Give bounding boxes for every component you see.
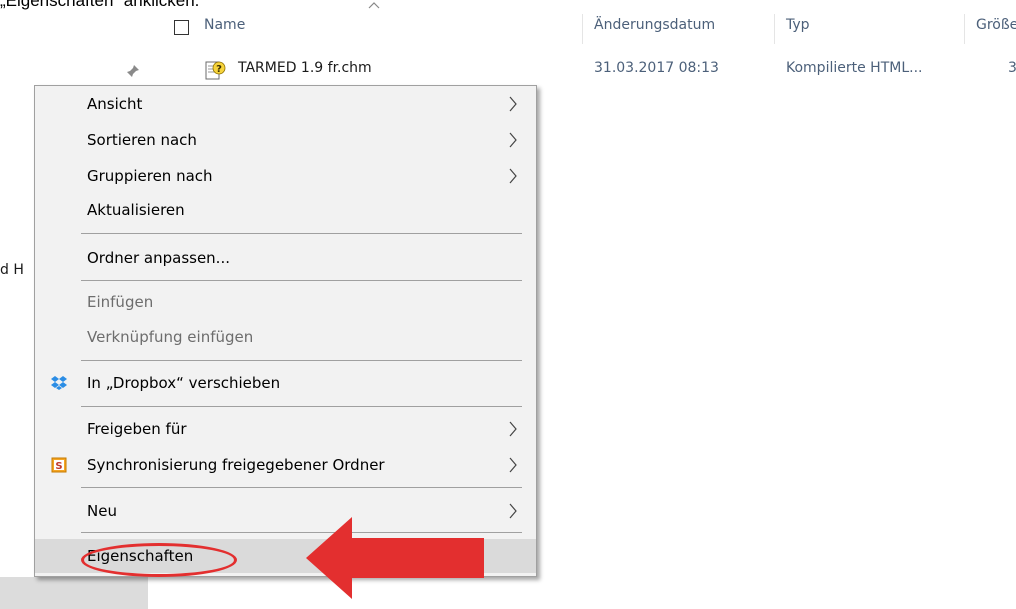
truncated-nav-text: d H xyxy=(0,262,24,278)
file-name[interactable]: TARMED 1.9 fr.chm xyxy=(238,60,372,76)
menu-separator xyxy=(81,233,522,234)
menu-separator xyxy=(81,360,522,361)
chevron-right-icon xyxy=(509,132,517,148)
chevron-right-icon xyxy=(509,457,517,473)
sort-ascending-icon xyxy=(368,2,380,9)
column-separator[interactable] xyxy=(964,14,965,44)
column-header-row: Name Änderungsdatum Typ Größe xyxy=(0,17,1016,41)
menu-item-label: Freigeben für xyxy=(87,420,187,438)
column-separator[interactable] xyxy=(582,14,583,44)
menu-item-label: Verknüpfung einfügen xyxy=(87,328,254,346)
annotation-arrow-icon xyxy=(306,517,484,599)
menu-item-label: Neu xyxy=(87,502,117,520)
file-type: Kompilierte HTML... xyxy=(786,60,923,76)
menu-item-verknuepfung-einfuegen[interactable]: Verknüpfung einfügen xyxy=(35,320,536,354)
menu-separator xyxy=(81,280,522,281)
menu-item-aktualisieren[interactable]: Aktualisieren xyxy=(35,193,536,227)
file-row[interactable]: TARMED 1.9 fr.chm 31.03.2017 08:13 Kompi… xyxy=(0,60,1016,82)
context-menu: Ansicht Sortieren nach Gruppieren nach A… xyxy=(34,85,537,577)
menu-item-label: Einfügen xyxy=(87,293,154,311)
menu-item-einfuegen[interactable]: Einfügen xyxy=(35,285,536,319)
dropbox-icon xyxy=(51,376,67,390)
chevron-right-icon xyxy=(509,503,517,519)
chevron-right-icon xyxy=(509,96,517,112)
column-date[interactable]: Änderungsdatum xyxy=(594,17,715,33)
menu-item-label: Sortieren nach xyxy=(87,131,197,149)
column-size[interactable]: Größe xyxy=(976,17,1016,33)
menu-item-freigeben[interactable]: Freigeben für xyxy=(35,412,536,446)
menu-item-label: Gruppieren nach xyxy=(87,167,213,185)
file-date: 31.03.2017 08:13 xyxy=(594,60,719,76)
menu-item-ansicht[interactable]: Ansicht xyxy=(35,87,536,121)
svg-text:S: S xyxy=(55,461,62,472)
nav-pane-fragment xyxy=(0,577,148,609)
instruction-caption: „Eigenschaften“ anklicken. xyxy=(0,0,200,10)
annotation-highlight-ellipse xyxy=(81,543,237,577)
column-separator[interactable] xyxy=(774,14,775,44)
menu-item-label: Aktualisieren xyxy=(87,201,185,219)
menu-item-dropbox[interactable]: In „Dropbox“ verschieben xyxy=(35,366,536,400)
menu-item-synchronisierung[interactable]: S Synchronisierung freigegebener Ordner xyxy=(35,448,536,482)
menu-separator xyxy=(81,406,522,407)
menu-item-label: Ordner anpassen... xyxy=(87,249,230,267)
chevron-right-icon xyxy=(509,168,517,184)
menu-item-sortieren[interactable]: Sortieren nach xyxy=(35,123,536,157)
menu-item-gruppieren[interactable]: Gruppieren nach xyxy=(35,159,536,193)
column-name[interactable]: Name xyxy=(204,17,245,33)
column-type[interactable]: Typ xyxy=(786,17,810,33)
sync-s-icon: S xyxy=(51,457,67,473)
menu-item-ordner-anpassen[interactable]: Ordner anpassen... xyxy=(35,241,536,275)
menu-item-label: In „Dropbox“ verschieben xyxy=(87,374,281,392)
file-size: 3 xyxy=(1008,60,1016,76)
menu-item-label: Synchronisierung freigegebener Ordner xyxy=(87,456,385,474)
menu-separator xyxy=(81,487,522,488)
menu-item-label: Ansicht xyxy=(87,95,143,113)
chevron-right-icon xyxy=(509,421,517,437)
